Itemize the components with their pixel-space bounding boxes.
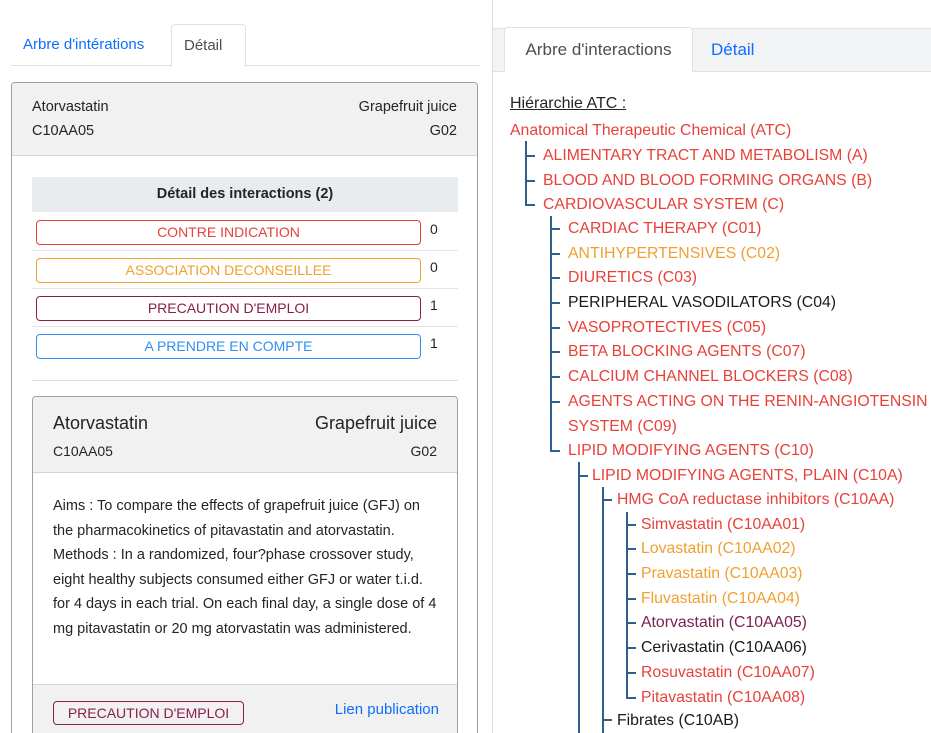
divider: [32, 380, 458, 381]
publication-abstract: Aims : To compare the effects of grapefr…: [53, 498, 437, 637]
tree-node-label: CARDIAC THERAPY (C01): [568, 220, 762, 237]
tree-node-c10aa02[interactable]: Lovastatin (C10AA02): [641, 539, 796, 559]
interaction-row: A PRENDRE EN COMPTE 1: [32, 327, 458, 365]
tree-node-c10aa04[interactable]: Fluvastatin (C10AA04): [641, 589, 800, 609]
tree-node-label: Simvastatin (C10AA01): [641, 516, 806, 533]
contre-indication-badge[interactable]: CONTRE INDICATION: [36, 220, 421, 245]
drug1-name: Atorvastatin: [32, 99, 109, 115]
tree-node-label: CARDIOVASCULAR SYSTEM (C): [543, 196, 785, 213]
tree-node-label: ALIMENTARY TRACT AND METABOLISM (A): [543, 147, 868, 164]
tree-node-label: Pravastatin (C10AA03): [641, 565, 803, 582]
tree-node-c09[interactable]: AGENTS ACTING ON THE RENIN-ANGIOTENSIN: [568, 392, 928, 412]
interaction-count: 0: [430, 259, 438, 275]
atc-tree-panel: Arbre d'interactions Détail Hiérarchie A…: [492, 0, 931, 733]
tree-node-c07[interactable]: BETA BLOCKING AGENTS (C07): [568, 342, 806, 362]
tree-node-label: Cerivastatin (C10AA06): [641, 639, 807, 656]
tree-node-c10aa06[interactable]: Cerivastatin (C10AA06): [641, 638, 807, 658]
interaction-row: ASSOCIATION DECONSEILLEE 0: [32, 251, 458, 289]
drug2-name: Grapefruit juice: [358, 99, 457, 115]
tree-node-label: ANTIHYPERTENSIVES (C02): [568, 245, 781, 262]
tree-node-c08[interactable]: CALCIUM CHANNEL BLOCKERS (C08): [568, 367, 853, 387]
tree-node-atc-root[interactable]: Anatomical Therapeutic Chemical (ATC): [510, 121, 791, 141]
tree-node-c10aa03[interactable]: Pravastatin (C10AA03): [641, 564, 803, 584]
interactions-title: Détail des interactions (2): [32, 177, 458, 212]
tree-node-a[interactable]: ALIMENTARY TRACT AND METABOLISM (A): [543, 146, 868, 166]
interaction-count: 1: [430, 335, 438, 351]
tree-node-label: Fibrates (C10AB): [617, 712, 740, 729]
tab-detail[interactable]: Détail: [711, 29, 754, 71]
publication-header: Atorvastatin Grapefruit juice C10AA05 G0…: [33, 397, 457, 473]
interaction-count: 1: [430, 297, 438, 313]
tree-node-label: SYSTEM (C09): [568, 418, 677, 435]
tree-node-label: Lovastatin (C10AA02): [641, 540, 796, 557]
tree-node-c10aa[interactable]: HMG CoA reductase inhibitors (C10AA): [617, 490, 894, 510]
precaution-emploi-badge[interactable]: PRECAUTION D'EMPLOI: [36, 296, 421, 321]
drug2-code: G02: [429, 123, 457, 139]
tab-arbre-interactions[interactable]: Arbre d'intérations: [11, 24, 156, 66]
drug1-code: C10AA05: [32, 123, 95, 139]
interaction-row: CONTRE INDICATION 0: [32, 213, 458, 251]
tree-node-c10aa08[interactable]: Pitavastatin (C10AA08): [641, 688, 805, 708]
detail-panel: Arbre d'intérations Détail Atorvastatin …: [0, 0, 480, 733]
tree-node-label: DIURETICS (C03): [568, 269, 698, 286]
tree-node-b[interactable]: BLOOD AND BLOOD FORMING ORGANS (B): [543, 171, 872, 191]
tree-node-label: BLOOD AND BLOOD FORMING ORGANS (B): [543, 172, 873, 189]
publication-drug1: Atorvastatin: [53, 413, 149, 433]
publication-code1: C10AA05: [53, 443, 113, 459]
tree-node-c03[interactable]: DIURETICS (C03): [568, 268, 697, 288]
interaction-count: 0: [430, 221, 438, 237]
interaction-row: PRECAUTION D'EMPLOI 1: [32, 289, 458, 327]
tree-node-c01[interactable]: CARDIAC THERAPY (C01): [568, 219, 761, 239]
panel-divider: [480, 0, 492, 733]
tree-node-c10aa07[interactable]: Rosuvastatin (C10AA07): [641, 663, 815, 683]
a-prendre-en-compte-badge[interactable]: A PRENDRE EN COMPTE: [36, 334, 421, 359]
tree-node-c10aa05[interactable]: Atorvastatin (C10AA05): [641, 613, 807, 633]
tree-node-c[interactable]: CARDIOVASCULAR SYSTEM (C): [543, 195, 784, 215]
tree-node-c10aa01[interactable]: Simvastatin (C10AA01): [641, 515, 805, 535]
tree-node-label: Rosuvastatin (C10AA07): [641, 664, 815, 681]
card-header: Atorvastatin C10AA05 Grapefruit juice G0…: [12, 83, 477, 156]
tree-node-label: Pitavastatin (C10AA08): [641, 689, 806, 706]
tree-node-label: BETA BLOCKING AGENTS (C07): [568, 343, 806, 360]
hierarchy-title: Hiérarchie ATC :: [510, 95, 627, 112]
tree-node-label: Fluvastatin (C10AA04): [641, 590, 800, 607]
publication-code2: G02: [410, 443, 437, 459]
tree-node-c10ab[interactable]: Fibrates (C10AB): [617, 711, 739, 731]
tree-node-label: Anatomical Therapeutic Chemical (ATC): [510, 122, 792, 139]
tree-node-c10[interactable]: LIPID MODIFYING AGENTS (C10): [568, 441, 814, 461]
tree-node-label: LIPID MODIFYING AGENTS, PLAIN (C10A): [592, 467, 903, 484]
tree-node-label: CALCIUM CHANNEL BLOCKERS (C08): [568, 368, 853, 385]
tab-detail[interactable]: Détail: [171, 24, 246, 67]
tree-node-c09-cont[interactable]: SYSTEM (C09): [568, 417, 677, 437]
tree-node-label: AGENTS ACTING ON THE RENIN-ANGIOTENSIN: [568, 393, 928, 410]
interaction-card: Atorvastatin C10AA05 Grapefruit juice G0…: [11, 82, 478, 733]
tree-node-label: LIPID MODIFYING AGENTS (C10): [568, 442, 814, 459]
tree-node-c05[interactable]: VASOPROTECTIVES (C05): [568, 318, 766, 338]
publication-card: Atorvastatin Grapefruit juice C10AA05 G0…: [32, 396, 458, 733]
tree-node-label: VASOPROTECTIVES (C05): [568, 319, 767, 336]
tree-node-c04[interactable]: PERIPHERAL VASODILATORS (C04): [568, 293, 836, 313]
tree-node-c10a[interactable]: LIPID MODIFYING AGENTS, PLAIN (C10A): [592, 466, 903, 486]
publication-drug2: Grapefruit juice: [314, 413, 437, 433]
tab-arbre-interactions[interactable]: Arbre d'interactions: [504, 27, 693, 72]
precaution-emploi-badge[interactable]: PRECAUTION D'EMPLOI: [53, 701, 244, 725]
tree-node-label: Atorvastatin (C10AA05): [641, 614, 807, 631]
tree-node-c02[interactable]: ANTIHYPERTENSIVES (C02): [568, 244, 780, 264]
right-tab-bar: Arbre d'interactions Détail: [493, 27, 931, 72]
left-tab-bar: Arbre d'intérations Détail: [11, 24, 480, 67]
publication-footer: PRECAUTION D'EMPLOI Lien publication: [33, 684, 457, 733]
association-deconseillee-badge[interactable]: ASSOCIATION DECONSEILLEE: [36, 258, 421, 283]
tree-node-label: PERIPHERAL VASODILATORS (C04): [568, 294, 837, 311]
tree-node-label: HMG CoA reductase inhibitors (C10AA): [617, 491, 895, 508]
publication-link[interactable]: Lien publication: [335, 701, 439, 718]
